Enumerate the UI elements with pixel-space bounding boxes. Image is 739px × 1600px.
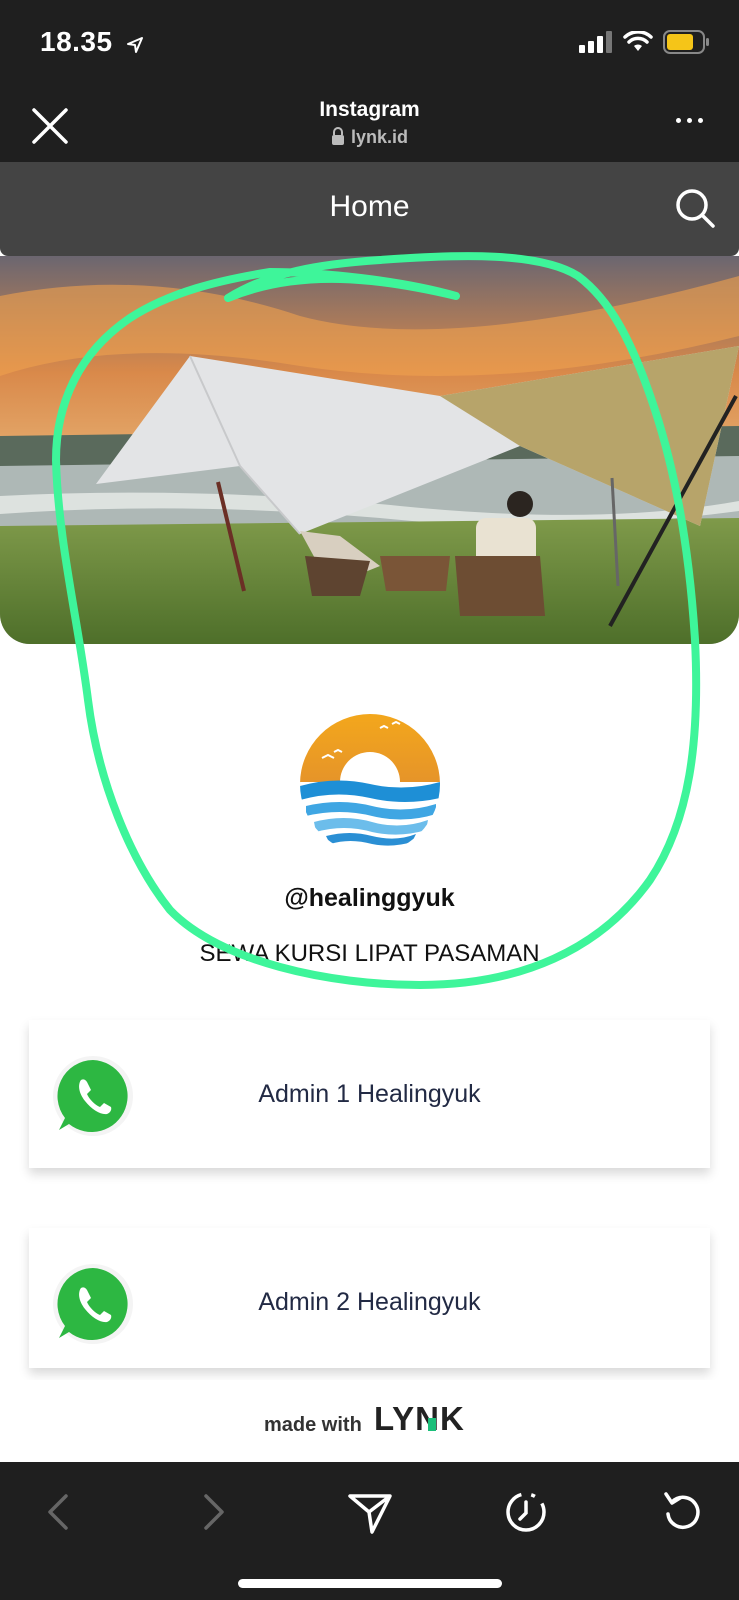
- reload-icon[interactable]: [654, 1484, 710, 1540]
- url-text: lynk.id: [350, 127, 408, 147]
- forward-arrow-icon[interactable]: [186, 1484, 242, 1540]
- wifi-icon: [623, 31, 653, 51]
- home-indicator[interactable]: [238, 1579, 502, 1588]
- link-button-admin-1[interactable]: Admin 1 Healingyuk: [29, 1020, 710, 1168]
- browser-header: Instagram lynk.id: [0, 90, 739, 162]
- clock-time: 18.35: [40, 26, 113, 57]
- more-options-icon[interactable]: [676, 118, 703, 123]
- link-button-admin-2[interactable]: Admin 2 Healingyuk: [29, 1228, 710, 1368]
- location-arrow-icon: [127, 37, 143, 53]
- history-clock-icon[interactable]: [498, 1484, 554, 1540]
- battery-icon: [663, 30, 709, 54]
- lock-icon: [331, 127, 344, 145]
- cellular-signal-icon: [579, 31, 612, 53]
- browser-toolbar: [0, 1462, 739, 1600]
- share-send-icon[interactable]: [342, 1484, 398, 1540]
- lynk-logo: LYNK: [374, 1400, 465, 1436]
- brand-text: LYNK: [374, 1400, 465, 1436]
- cover-image: [0, 256, 739, 644]
- profile-logo: [300, 714, 440, 854]
- made-with-text: made with: [264, 1414, 362, 1436]
- profile-bio: SEWA KURSI LIPAT PASAMAN: [199, 940, 540, 967]
- page-title: Home: [329, 190, 410, 223]
- back-arrow-icon[interactable]: [30, 1484, 86, 1540]
- status-icons: [579, 30, 711, 54]
- profile-username: @healinggyuk: [284, 884, 455, 912]
- status-bar: 18.35: [0, 0, 739, 90]
- page-header: Home: [0, 162, 739, 256]
- browser-url: lynk.id: [0, 127, 739, 148]
- footer[interactable]: made with LYNK: [0, 1380, 739, 1462]
- browser-title: Instagram: [319, 98, 420, 121]
- web-page: Home @healinggyuk SEWA KURSI LIPAT PASAM…: [0, 162, 739, 1462]
- search-icon[interactable]: [673, 186, 717, 230]
- link-label: Admin 2 Healingyuk: [258, 1288, 481, 1316]
- link-label: Admin 1 Healingyuk: [258, 1080, 481, 1108]
